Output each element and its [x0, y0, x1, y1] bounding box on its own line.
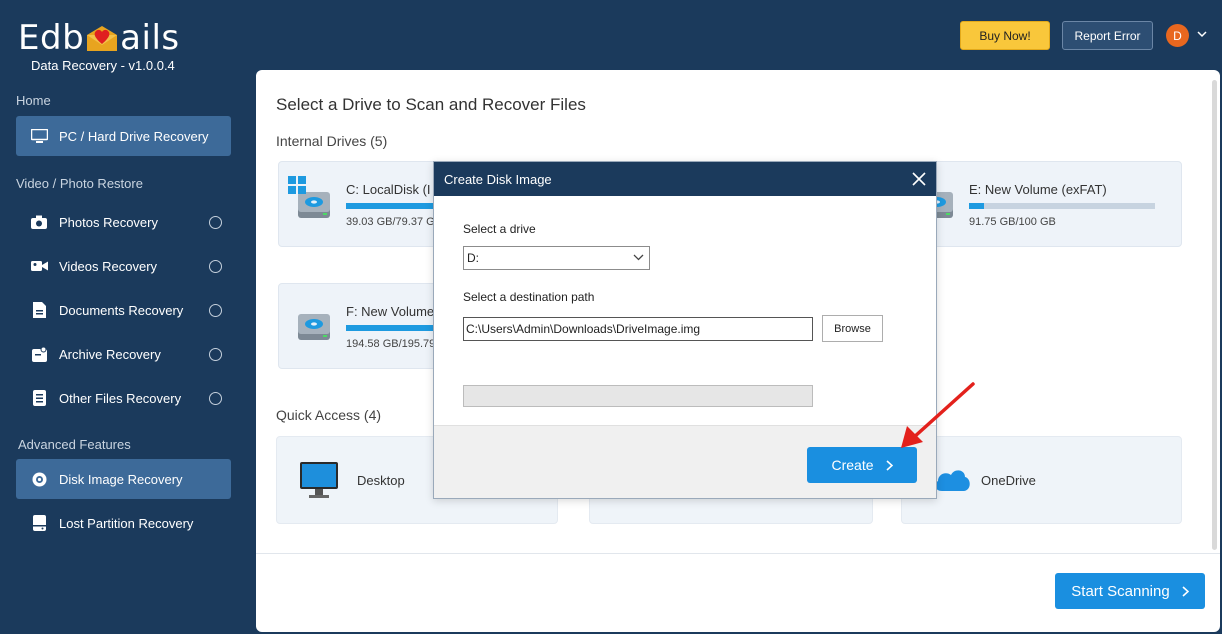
buy-now-button[interactable]: Buy Now! [960, 21, 1050, 50]
drive-usage-fill [969, 203, 984, 209]
app-version: Data Recovery - v1.0.0.4 [31, 58, 175, 73]
sidebar-item-archive-recovery[interactable]: Archive Recovery [16, 334, 231, 374]
sidebar-item-other-files-recovery[interactable]: Other Files Recovery [16, 378, 231, 418]
sidebar-item-photos-recovery[interactable]: Photos Recovery [16, 202, 231, 242]
sidebar-item-label: Other Files Recovery [59, 390, 182, 406]
chevron-down-icon [633, 254, 644, 261]
annotation-arrow-icon [901, 382, 975, 448]
report-error-button[interactable]: Report Error [1062, 21, 1153, 50]
dialog-header: Create Disk Image [434, 162, 936, 196]
destination-path-input[interactable]: C:\Users\Admin\Downloads\DriveImage.img [463, 317, 813, 341]
scrollbar[interactable] [1212, 80, 1217, 550]
dialog-footer: Create [434, 425, 936, 498]
monitor-icon [30, 127, 48, 145]
file-list-icon [30, 389, 48, 407]
destination-path-label: Select a destination path [463, 290, 595, 304]
drive-select[interactable]: D: [463, 246, 650, 270]
app-logo: Edb ails [18, 18, 180, 58]
drive-usage-fill [346, 203, 438, 209]
logo-text-right: ails [120, 18, 180, 58]
sidebar-item-documents-recovery[interactable]: Documents Recovery [16, 290, 231, 330]
photos-radio[interactable] [209, 215, 222, 229]
video-camera-icon [30, 257, 48, 275]
drive-usage-bar [969, 203, 1155, 209]
logo-text-left: Edb [18, 18, 85, 58]
sidebar-item-label: Lost Partition Recovery [59, 515, 194, 531]
videos-radio[interactable] [209, 259, 222, 273]
drive-size: 39.03 GB/79.37 G [346, 216, 435, 228]
nav-heading-home: Home [16, 93, 51, 108]
mail-heart-icon [87, 26, 118, 51]
page-title: Select a Drive to Scan and Recover Files [276, 95, 586, 114]
drive-select-value: D: [467, 251, 479, 265]
start-scanning-button[interactable]: Start Scanning [1055, 573, 1205, 609]
sidebar-item-label: Videos Recovery [59, 258, 158, 274]
internal-drives-label: Internal Drives (5) [276, 133, 388, 149]
sidebar-item-lost-partition-recovery[interactable]: Lost Partition Recovery [16, 503, 231, 543]
create-label: Create [831, 457, 874, 473]
create-button[interactable]: Create [807, 447, 917, 483]
drive-name: F: New Volume [346, 304, 435, 319]
sidebar-item-label: Photos Recovery [59, 214, 158, 230]
hard-drive-icon [293, 304, 333, 349]
sidebar-item-label: Archive Recovery [59, 346, 161, 362]
drive-size: 91.75 GB/100 GB [969, 216, 1056, 228]
quick-access-label-text: OneDrive [981, 473, 1036, 488]
dialog-title: Create Disk Image [444, 171, 552, 187]
start-scanning-label: Start Scanning [1071, 582, 1170, 600]
browse-button[interactable]: Browse [822, 315, 883, 342]
camera-icon [30, 213, 48, 231]
sidebar-item-label: PC / Hard Drive Recovery [59, 128, 209, 144]
documents-radio[interactable] [209, 303, 222, 317]
drive-card-e[interactable]: E: New Volume (exFAT) 91.75 GB/100 GB [901, 161, 1182, 247]
other-files-radio[interactable] [209, 391, 222, 405]
sidebar-item-pc-hard-drive-recovery[interactable]: PC / Hard Drive Recovery [16, 116, 231, 156]
drive-size: 194.58 GB/195.79 [346, 338, 436, 350]
disk-icon [30, 470, 48, 488]
sidebar-item-videos-recovery[interactable]: Videos Recovery [16, 246, 231, 286]
footer-divider [256, 553, 1220, 554]
cloud-icon [932, 465, 972, 498]
quick-access-label: Quick Access (4) [276, 407, 382, 423]
nav-heading-video-photo: Video / Photo Restore [16, 176, 143, 191]
user-avatar[interactable]: D [1166, 24, 1189, 47]
nav-heading-advanced: Advanced Features [18, 437, 131, 452]
chevron-right-icon [1182, 585, 1189, 597]
archive-icon [30, 345, 48, 363]
sidebar-item-disk-image-recovery[interactable]: Disk Image Recovery [16, 459, 231, 499]
drive-icon [30, 514, 48, 532]
select-drive-label: Select a drive [463, 222, 536, 236]
close-icon[interactable] [910, 170, 928, 188]
chevron-right-icon [885, 459, 893, 471]
document-icon [30, 301, 48, 319]
drive-name: E: New Volume (exFAT) [969, 182, 1107, 197]
create-disk-image-dialog: Create Disk Image Select a drive D: Sele… [433, 161, 937, 499]
desktop-icon [299, 461, 339, 504]
drive-name: C: LocalDisk (I [346, 182, 431, 197]
sidebar-item-label: Documents Recovery [59, 302, 184, 318]
sidebar-item-label: Disk Image Recovery [59, 471, 183, 487]
chevron-down-icon[interactable] [1197, 30, 1207, 38]
quick-access-label-text: Desktop [357, 473, 405, 488]
archive-radio[interactable] [209, 347, 222, 361]
progress-bar [463, 385, 813, 407]
windows-logo-icon [288, 176, 306, 199]
